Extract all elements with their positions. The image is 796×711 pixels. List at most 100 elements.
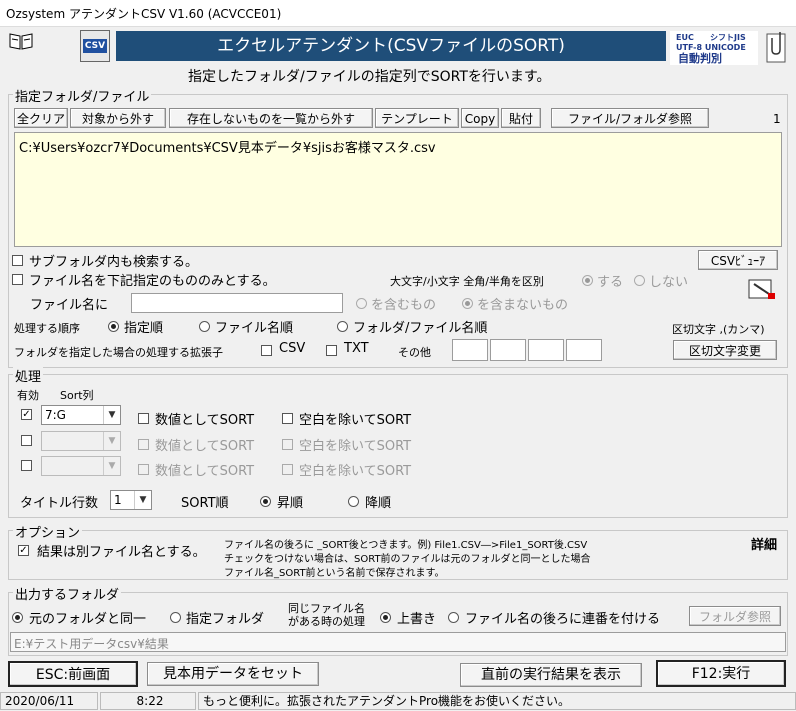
banner: エクセルアテンダント(CSVファイルのSORT) — [116, 31, 666, 61]
clear-all-button[interactable]: 全クリア — [14, 108, 68, 128]
options-desc-1: ファイル名の後ろに _SORT後とつきます。例) File1.CSV―>File… — [224, 540, 588, 551]
case-no-radio[interactable] — [634, 275, 645, 286]
ext-other-input-1[interactable] — [452, 339, 488, 361]
separate-file-label: 結果は別ファイル名とする。 — [37, 545, 206, 560]
file-list-item[interactable]: C:¥Users¥ozcr7¥Documents¥CSV見本データ¥sjisお客… — [19, 137, 436, 156]
output-path-input[interactable]: E:¥テスト用データcsv¥結果 — [10, 632, 786, 652]
enc-sjis: シフトJIS — [710, 33, 746, 42]
run-button[interactable]: F12:実行 — [656, 660, 786, 687]
csv-viewer-button[interactable]: CSVﾋﾞｭｰｱ — [698, 250, 778, 270]
options-legend: オプション — [13, 522, 83, 541]
col-enabled-header: 有効 — [17, 389, 39, 402]
order-specified-label: 指定順 — [124, 321, 164, 336]
col-sort-header: Sort列 — [60, 389, 94, 402]
subfolder-label: サブフォルダ内も検索する。 — [29, 255, 199, 270]
ascending-radio[interactable] — [260, 496, 271, 507]
same-name-label-2: がある時の処理 — [288, 615, 365, 628]
row3-numeric-label: 数値としてSORT — [155, 464, 255, 479]
specified-folder-label: 指定フォルダ — [186, 612, 265, 627]
clip-icon[interactable] — [764, 30, 790, 66]
csv-badge: CSV — [83, 39, 107, 53]
esc-back-button[interactable]: ESC:前画面 — [8, 661, 138, 687]
ext-other-input-2[interactable] — [490, 339, 526, 361]
row1-numeric-checkbox[interactable] — [138, 413, 149, 424]
show-last-result-button[interactable]: 直前の実行結果を表示 — [460, 663, 642, 687]
output-path-placeholder: E:¥テスト用データcsv¥結果 — [14, 637, 169, 651]
output-legend: 出力するフォルダ — [13, 584, 122, 603]
title-rows-select[interactable]: 1 ▼ — [110, 490, 152, 510]
chevron-down-icon: ▼ — [103, 432, 120, 450]
book-icon[interactable] — [8, 31, 34, 51]
contains-label: を含むもの — [371, 298, 437, 313]
copy-button[interactable]: Copy — [461, 108, 499, 128]
same-folder-radio[interactable] — [12, 612, 23, 623]
row1-trim-checkbox[interactable] — [282, 413, 293, 424]
row1-sort-column-value: 7:G — [45, 408, 66, 422]
row2-numeric-checkbox[interactable] — [138, 439, 149, 450]
same-folder-label: 元のフォルダと同一 — [29, 612, 147, 627]
append-number-label: ファイル名の後ろに連番を付ける — [465, 612, 661, 627]
append-number-radio[interactable] — [448, 612, 459, 623]
chevron-down-icon: ▼ — [134, 491, 151, 509]
row3-numeric-checkbox[interactable] — [138, 464, 149, 475]
order-filename-label: ファイル名順 — [215, 321, 294, 336]
edit-icon[interactable] — [746, 276, 778, 302]
case-no-label: しない — [649, 275, 689, 290]
chevron-down-icon: ▼ — [103, 457, 120, 475]
row3-trim-checkbox[interactable] — [282, 464, 293, 475]
row2-enabled-checkbox[interactable] — [21, 435, 32, 446]
browse-button[interactable]: ファイル/フォルダ参照 — [551, 108, 709, 128]
row1-numeric-label: 数値としてSORT — [155, 413, 255, 428]
ext-txt-checkbox[interactable] — [326, 345, 337, 356]
order-folderfile-label: フォルダ/ファイル名順 — [353, 321, 488, 336]
row1-sort-column-select[interactable]: 7:G ▼ — [41, 405, 121, 425]
ext-csv-checkbox[interactable] — [261, 345, 272, 356]
row3-sort-column-select[interactable]: ▼ — [41, 456, 121, 476]
template-button[interactable]: テンプレート — [375, 108, 459, 128]
remove-missing-button[interactable]: 存在しないものを一覧から外す — [169, 108, 373, 128]
filename-label: ファイル名に — [30, 298, 109, 313]
enc-auto: 自動判別 — [678, 52, 722, 65]
sample-data-button[interactable]: 見本用データをセット — [147, 662, 319, 686]
separate-file-checkbox[interactable]: ✓ — [18, 545, 29, 556]
case-yes-radio[interactable] — [582, 275, 593, 286]
title-rows-value: 1 — [114, 493, 122, 507]
subfolder-checkbox[interactable] — [12, 255, 23, 266]
order-specified-radio[interactable] — [108, 321, 119, 332]
processing-legend: 処理 — [13, 366, 44, 385]
descending-radio[interactable] — [348, 496, 359, 507]
folder-browse-button[interactable]: フォルダ参照 — [689, 606, 781, 626]
status-time: 8:22 — [100, 692, 196, 710]
ext-other-input-3[interactable] — [528, 339, 564, 361]
order-folderfile-radio[interactable] — [337, 321, 348, 332]
overwrite-radio[interactable] — [380, 612, 391, 623]
specified-folder-radio[interactable] — [170, 612, 181, 623]
descending-label: 降順 — [365, 496, 392, 511]
filename-input[interactable] — [131, 293, 343, 313]
order-filename-radio[interactable] — [199, 321, 210, 332]
sort-order-label: SORT順 — [181, 496, 229, 511]
ext-csv-label: CSV — [279, 341, 306, 356]
not-contains-radio[interactable] — [462, 298, 473, 309]
contains-radio[interactable] — [356, 298, 367, 309]
extension-label: フォルダを指定した場合の処理する拡張子 — [14, 346, 223, 359]
chevron-down-icon: ▼ — [103, 406, 120, 424]
title-rows-label: タイトル行数 — [20, 496, 99, 511]
paste-button[interactable]: 貼付 — [501, 108, 541, 128]
row1-enabled-checkbox[interactable]: ✓ — [21, 409, 32, 420]
row2-trim-checkbox[interactable] — [282, 439, 293, 450]
file-count: 1 — [773, 112, 781, 126]
delimiter-change-button[interactable]: 区切文字変更 — [673, 340, 777, 360]
filename-only-checkbox[interactable] — [12, 274, 23, 285]
details-link[interactable]: 詳細 — [751, 534, 777, 553]
remove-button[interactable]: 対象から外す — [70, 108, 166, 128]
options-desc-2: チェックをつけない場合は、SORT前のファイルは元のフォルダと同一とした場合 — [224, 554, 591, 565]
banner-title: エクセルアテンダント(CSVファイルのSORT) — [217, 36, 565, 56]
row2-sort-column-select[interactable]: ▼ — [41, 431, 121, 451]
file-list[interactable]: C:¥Users¥ozcr7¥Documents¥CSV見本データ¥sjisお客… — [14, 132, 782, 247]
row3-enabled-checkbox[interactable] — [21, 460, 32, 471]
enc-euc: EUC — [676, 33, 694, 42]
ascending-label: 昇順 — [277, 496, 304, 511]
ext-other-input-4[interactable] — [566, 339, 602, 361]
ext-txt-label: TXT — [344, 341, 369, 356]
